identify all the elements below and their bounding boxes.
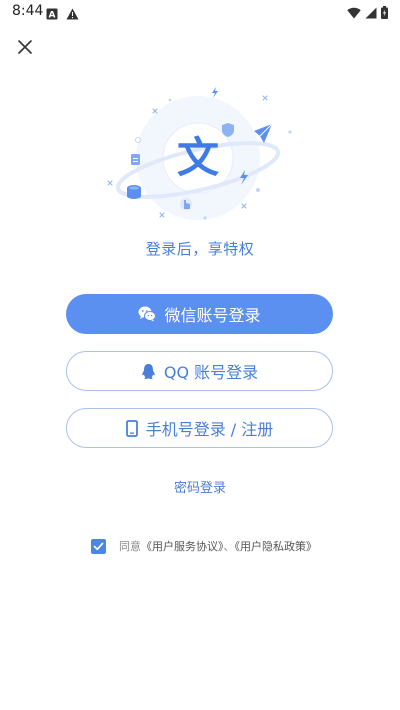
battery-icon [381,4,388,23]
password-login-link[interactable]: 密码登录 [0,477,400,496]
phone-login-button[interactable]: 手机号登录 / 注册 [66,408,333,448]
wechat-icon [138,306,157,322]
close-button[interactable] [14,36,36,58]
hand-tap-icon [180,198,192,210]
agreement-prefix: 同意 [119,540,141,553]
privacy-link[interactable]: 《用户隐私政策》 [235,540,318,553]
hero-illustration: 文 [100,80,300,230]
checkmark-icon [93,542,104,550]
status-left-icons: A [46,5,79,24]
phone-icon [125,419,138,437]
close-icon [18,40,32,54]
terms-link[interactable]: 《用户服务协议》 [141,540,224,553]
document-icon [131,154,140,165]
warning-icon [66,5,79,24]
agreement-text: 同意《用户服务协议》、《用户隐私政策》 [119,538,317,554]
wechat-login-label: 微信账号登录 [164,306,261,325]
agreement-checkbox[interactable] [91,538,106,554]
status-right-icons [347,4,388,23]
wifi-icon [347,4,361,23]
status-time: 8:44 [12,3,44,19]
tagline: 登录后，享特权 [145,240,255,258]
notification-a-icon: A [46,5,58,24]
logo-char: 文 [177,133,219,182]
database-icon [127,185,141,199]
phone-login-label: 手机号登录 / 注册 [145,420,274,439]
qq-icon [141,363,156,380]
qq-login-button[interactable]: QQ 账号登录 [66,351,333,391]
agreement-separator: 、 [223,540,235,553]
wechat-login-button[interactable]: 微信账号登录 [66,294,333,334]
svg-text:A: A [49,11,56,21]
qq-login-label: QQ 账号登录 [163,363,259,382]
agreement-row: 同意《用户服务协议》、《用户隐私政策》 [91,538,317,554]
lightning-icon [212,87,218,98]
signal-icon [365,4,377,23]
status-bar: 8:44 A [0,0,400,24]
